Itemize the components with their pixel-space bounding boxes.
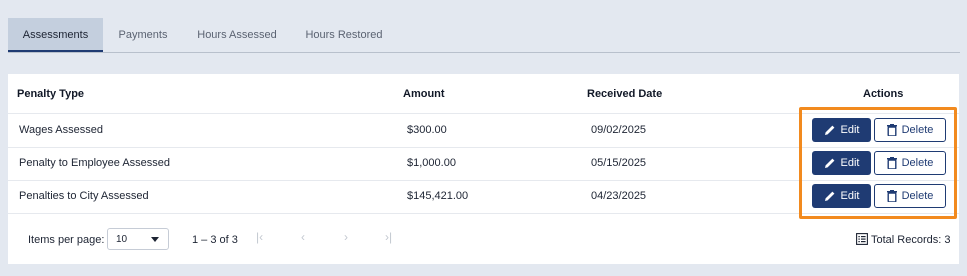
chevron-down-icon [151, 237, 159, 242]
pencil-icon [824, 191, 834, 201]
total-records: Total Records: 3 [871, 234, 951, 246]
edit-label: Edit [840, 190, 860, 202]
tab-bar: Assessments Payments Hours Assessed Hour… [8, 18, 960, 53]
table-row: Wages Assessed $300.00 09/02/2025 Edit D… [8, 114, 959, 148]
pencil-icon [824, 158, 834, 168]
trash-icon [886, 157, 897, 169]
penalty-type-cell: Penalty to Employee Assessed [19, 157, 171, 169]
delete-label: Delete [901, 124, 934, 136]
delete-label: Delete [901, 190, 934, 202]
header-amount: Amount [403, 88, 445, 100]
table-row: Penalties to City Assessed $145,421.00 0… [8, 180, 959, 214]
assessments-table: Penalty Type Amount Received Date Action… [8, 74, 959, 264]
received-date-cell: 05/15/2025 [591, 157, 647, 169]
edit-button[interactable]: Edit [812, 151, 871, 175]
delete-label: Delete [901, 157, 934, 169]
edit-button[interactable]: Edit [812, 184, 871, 208]
tab-assessments[interactable]: Assessments [8, 18, 103, 52]
delete-button[interactable]: Delete [874, 118, 946, 142]
page-range: 1 – 3 of 3 [192, 234, 238, 246]
items-per-page-label: Items per page: [28, 234, 105, 246]
edit-button[interactable]: Edit [812, 118, 871, 142]
tab-hours-assessed[interactable]: Hours Assessed [187, 18, 287, 52]
items-per-page-value: 10 [116, 234, 128, 245]
received-date-cell: 09/02/2025 [591, 124, 647, 136]
table-header: Penalty Type Amount Received Date Action… [8, 74, 959, 114]
amount-cell: $300.00 [407, 124, 447, 136]
tab-payments[interactable]: Payments [104, 18, 182, 52]
first-page-icon[interactable]: |‹ [256, 231, 263, 243]
edit-label: Edit [840, 157, 860, 169]
header-actions: Actions [863, 88, 904, 100]
table-row: Penalty to Employee Assessed $1,000.00 0… [8, 147, 959, 181]
paginator: Items per page: 10 1 – 3 of 3 |‹ ‹ › ›| … [8, 214, 959, 264]
items-per-page-select[interactable]: 10 [107, 228, 169, 250]
last-page-icon[interactable]: ›| [385, 231, 392, 243]
header-penalty-type: Penalty Type [17, 88, 85, 100]
list-icon [856, 233, 868, 245]
chevron-left-icon[interactable]: ‹ [301, 231, 305, 243]
tab-hours-restored[interactable]: Hours Restored [294, 18, 394, 52]
edit-label: Edit [840, 124, 860, 136]
delete-button[interactable]: Delete [874, 151, 946, 175]
amount-cell: $145,421.00 [407, 190, 469, 202]
chevron-right-icon[interactable]: › [344, 231, 348, 243]
delete-button[interactable]: Delete [874, 184, 946, 208]
trash-icon [886, 190, 897, 202]
penalty-type-cell: Penalties to City Assessed [19, 190, 149, 202]
trash-icon [886, 124, 897, 136]
penalty-type-cell: Wages Assessed [19, 124, 103, 136]
received-date-cell: 04/23/2025 [591, 190, 647, 202]
pencil-icon [824, 125, 834, 135]
amount-cell: $1,000.00 [407, 157, 456, 169]
header-received-date: Received Date [587, 88, 663, 100]
